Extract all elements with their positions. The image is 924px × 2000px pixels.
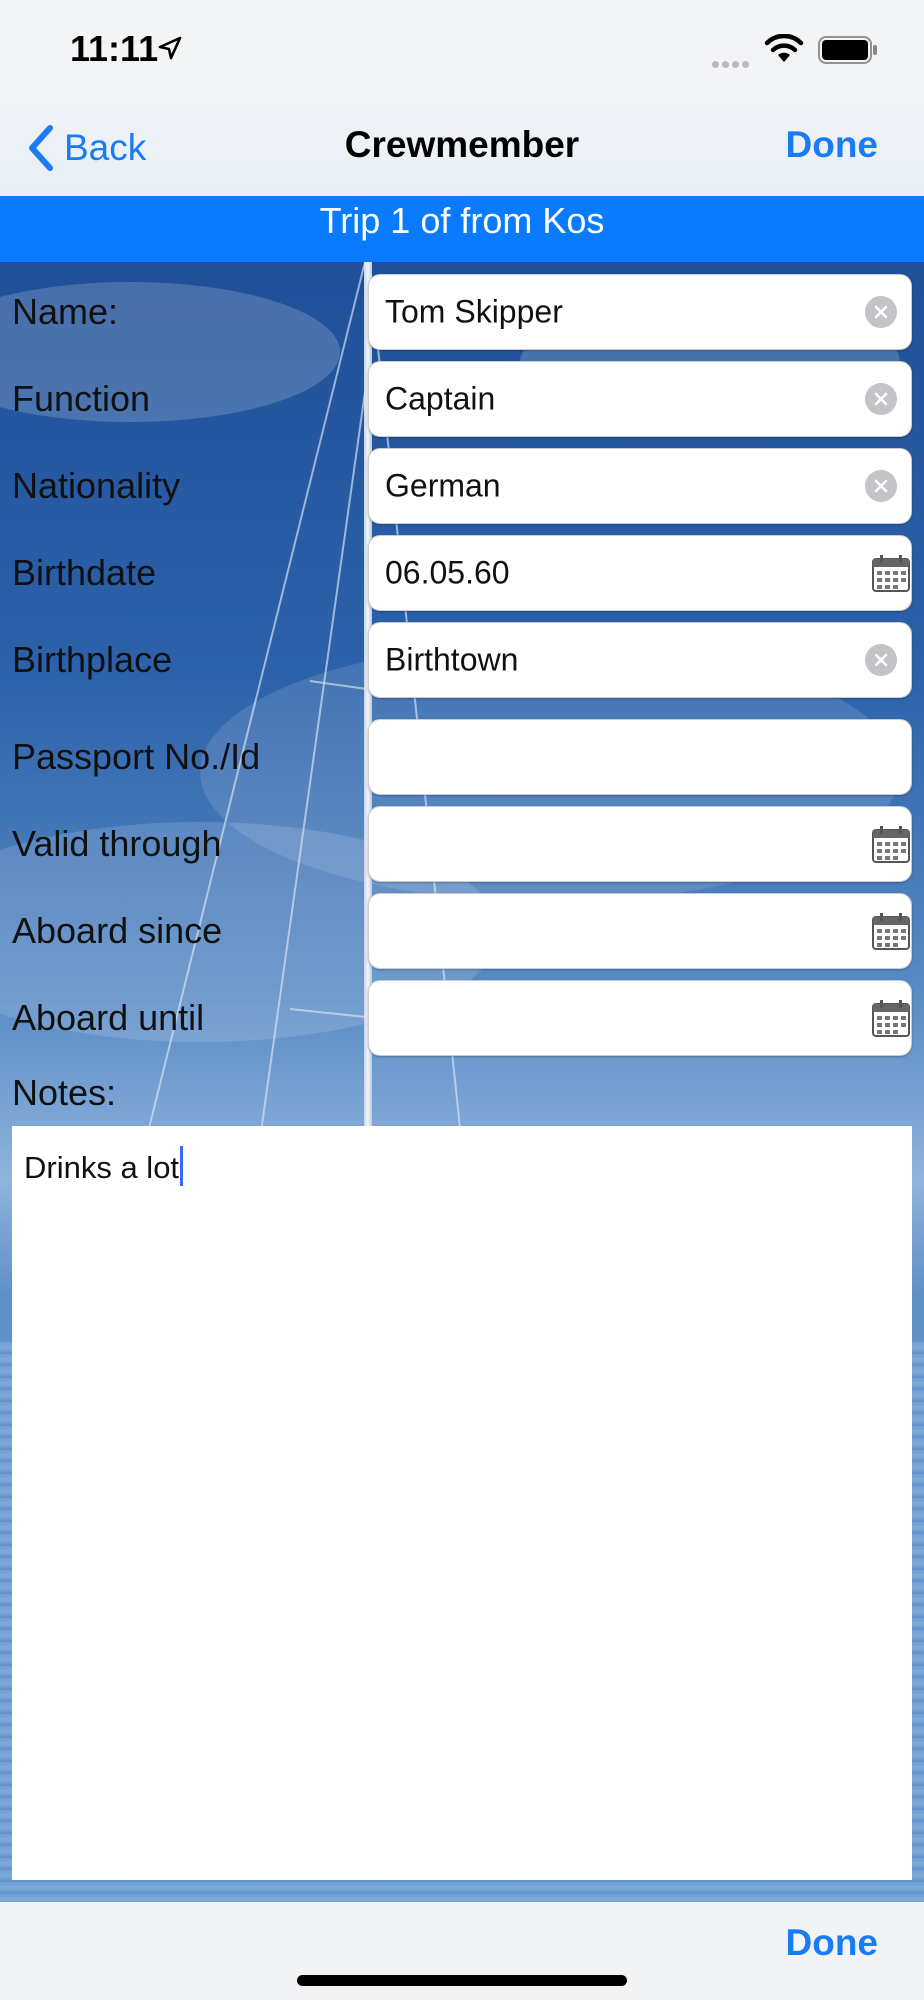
- function-field[interactable]: Captain: [368, 361, 912, 437]
- wifi-icon: [764, 34, 804, 62]
- navigation-bar: Back Crewmember Done: [0, 100, 924, 196]
- aboard-since-field[interactable]: [368, 893, 912, 969]
- form-row-aboard-until: Aboard until: [0, 980, 924, 1056]
- aboard-until-field[interactable]: [368, 980, 912, 1056]
- nationality-field[interactable]: German: [368, 448, 912, 524]
- clear-icon[interactable]: [865, 470, 897, 502]
- calendar-icon[interactable]: [871, 998, 911, 1038]
- clear-icon[interactable]: [865, 383, 897, 415]
- form-row-function: Function Captain: [0, 361, 924, 437]
- form-row-birthplace: Birthplace Birthtown: [0, 622, 924, 698]
- calendar-icon[interactable]: [871, 824, 911, 864]
- notes-text-wrapper: Drinks a lot: [24, 1146, 184, 1186]
- birthplace-value: Birthtown: [385, 641, 519, 678]
- birthdate-field[interactable]: 06.05.60: [368, 535, 912, 611]
- valid-through-label: Valid through: [12, 823, 222, 864]
- battery-icon: [818, 36, 877, 64]
- clear-icon[interactable]: [865, 296, 897, 328]
- aboard-until-label: Aboard until: [12, 997, 205, 1038]
- calendar-icon[interactable]: [871, 911, 911, 951]
- clear-icon[interactable]: [865, 644, 897, 676]
- birthplace-label: Birthplace: [12, 639, 173, 680]
- form-row-aboard-since: Aboard since: [0, 893, 924, 969]
- function-value: Captain: [385, 380, 496, 417]
- done-button-bottom[interactable]: Done: [786, 1922, 879, 1964]
- notes-value: Drinks a lot: [24, 1150, 180, 1185]
- status-bar: 11:11: [0, 0, 924, 100]
- calendar-icon[interactable]: [871, 553, 911, 593]
- passport-label: Passport No./Id: [12, 736, 261, 777]
- nationality-value: German: [385, 467, 501, 504]
- trip-banner: Trip 1 of from Kos: [0, 196, 924, 262]
- form-row-passport: Passport No./Id: [0, 719, 924, 795]
- text-caret: [180, 1146, 184, 1186]
- notes-textarea[interactable]: Drinks a lot: [12, 1126, 912, 1880]
- home-indicator: [297, 1975, 627, 1986]
- status-time: 11:11: [70, 28, 159, 69]
- done-button-top[interactable]: Done: [786, 124, 879, 166]
- function-label: Function: [12, 378, 151, 419]
- valid-through-field[interactable]: [368, 806, 912, 882]
- form-row-nationality: Nationality German: [0, 448, 924, 524]
- bottom-toolbar: Done: [0, 1902, 924, 2000]
- chevron-left-icon: [29, 125, 53, 171]
- aboard-since-label: Aboard since: [12, 910, 223, 951]
- form-row-valid-through: Valid through: [0, 806, 924, 882]
- name-field[interactable]: Tom Skipper: [368, 274, 912, 350]
- form-row-birthdate: Birthdate 06.05.60: [0, 535, 924, 611]
- birthdate-label: Birthdate: [12, 552, 157, 593]
- back-button-label: Back: [64, 127, 147, 168]
- signal-dots-icon: [712, 55, 752, 73]
- name-label: Name:: [12, 291, 119, 332]
- birthplace-field[interactable]: Birthtown: [368, 622, 912, 698]
- form-row-name: Name: Tom Skipper: [0, 274, 924, 350]
- name-value: Tom Skipper: [385, 293, 563, 330]
- birthdate-value: 06.05.60: [385, 554, 510, 591]
- location-arrow-icon: [158, 36, 182, 60]
- nationality-label: Nationality: [12, 465, 181, 506]
- notes-label: Notes:: [12, 1072, 117, 1113]
- passport-field[interactable]: [368, 719, 912, 795]
- back-button[interactable]: Back: [26, 122, 146, 174]
